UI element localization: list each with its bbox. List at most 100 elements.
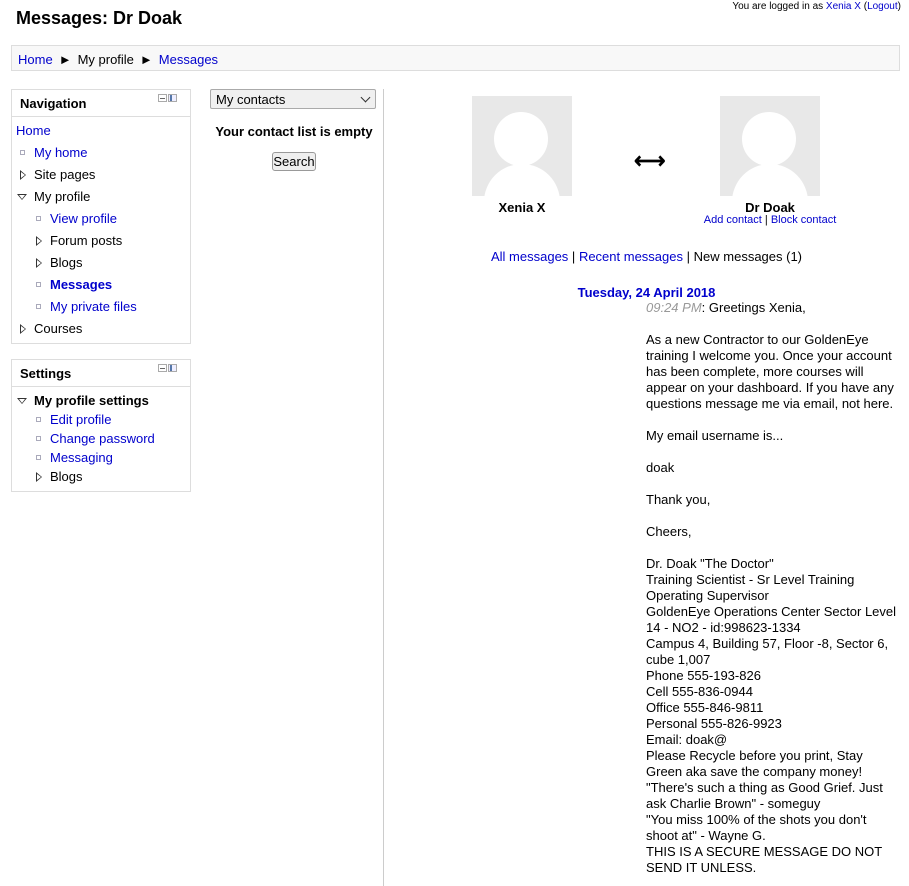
message-greeting-line: 09:24 PM: Greetings Xenia,: [646, 300, 898, 316]
nav-item-forum-posts[interactable]: Forum posts: [36, 231, 122, 251]
tab-recent-messages[interactable]: Recent messages: [579, 249, 683, 264]
avatar-head: [742, 112, 796, 166]
dock-icon[interactable]: [168, 364, 177, 372]
message-body: 09:24 PM: Greetings Xenia, As a new Cont…: [646, 300, 898, 876]
nav-item-view-profile[interactable]: View profile: [36, 209, 117, 229]
signature-line: Training Scientist - Sr Level Training O…: [646, 572, 855, 603]
breadcrumb-home[interactable]: Home: [18, 52, 53, 67]
bullet-icon: [36, 282, 41, 287]
nav-item-site-pages[interactable]: Site pages: [20, 165, 95, 185]
contacts-empty-message: Your contact list is empty: [215, 124, 373, 139]
signature-line: Office 555-846-9811: [646, 700, 764, 715]
page-title: Messages: Dr Doak: [16, 8, 183, 28]
signature-line: THIS IS A SECURE MESSAGE DO NOT SEND IT …: [646, 844, 882, 875]
settings-item-label[interactable]: Change password: [50, 431, 155, 446]
settings-item-edit-profile[interactable]: Edit profile: [36, 410, 111, 430]
block-contact-link[interactable]: Block contact: [771, 214, 836, 226]
nav-item-label: Site pages: [34, 167, 96, 182]
navigation-block-header: Navigation: [12, 90, 190, 117]
settings-item-blogs[interactable]: Blogs: [36, 467, 83, 487]
login-user-link[interactable]: Xenia X: [826, 1, 861, 12]
bullet-icon: [36, 455, 41, 460]
logout-link[interactable]: Logout: [867, 1, 898, 12]
collapse-arrow-icon[interactable]: [17, 194, 27, 200]
user-avatar-right[interactable]: [720, 96, 820, 196]
nav-item-label[interactable]: My home: [34, 145, 87, 160]
bullet-icon: [36, 417, 41, 422]
conversation-arrow-icon: ⟷: [634, 148, 666, 173]
avatar-shoulders: [732, 164, 808, 196]
collapse-icon[interactable]: [158, 364, 167, 372]
collapse-arrow-icon[interactable]: [17, 398, 27, 404]
settings-item-messaging[interactable]: Messaging: [36, 448, 113, 468]
nav-item-label: Blogs: [50, 255, 83, 270]
settings-block: Settings My profile settings Edit profil…: [11, 359, 191, 492]
signature-line: Campus 4, Building 57, Floor -8, Sector …: [646, 636, 889, 667]
expand-arrow-icon[interactable]: [20, 324, 26, 334]
avatar-shoulders: [484, 164, 560, 196]
expand-arrow-icon[interactable]: [36, 236, 42, 246]
add-contact-link[interactable]: Add contact: [704, 214, 762, 226]
settings-title: Settings: [20, 366, 72, 381]
expand-arrow-icon[interactable]: [36, 258, 42, 268]
expand-arrow-icon[interactable]: [36, 472, 42, 482]
nav-item-blogs[interactable]: Blogs: [36, 253, 83, 273]
settings-item-label: My profile settings: [34, 393, 149, 408]
login-prefix: You are logged in as: [732, 1, 826, 12]
dock-icon[interactable]: [168, 94, 177, 102]
nav-item-label[interactable]: View profile: [50, 211, 117, 226]
settings-item-profile-settings[interactable]: My profile settings: [17, 391, 149, 411]
navigation-block: Navigation Home My home Site pages My pr…: [11, 89, 191, 344]
nav-item-messages[interactable]: Messages: [36, 275, 112, 295]
nav-item-label[interactable]: Messages: [50, 277, 112, 292]
breadcrumb-profile: My profile: [77, 52, 134, 67]
nav-item-label[interactable]: My private files: [50, 299, 137, 314]
nav-item-home[interactable]: Home: [16, 121, 51, 141]
column-divider: [383, 89, 384, 886]
right-user-name: Dr Doak: [745, 200, 795, 215]
tab-separator: |: [686, 249, 691, 264]
message-paragraph: Thank you,: [646, 492, 711, 507]
signature-line: Dr. Doak "The Doctor": [646, 556, 774, 571]
settings-block-header: Settings: [12, 360, 190, 387]
settings-item-label[interactable]: Messaging: [50, 450, 113, 465]
settings-item-label[interactable]: Edit profile: [50, 412, 111, 427]
nav-item-label: Courses: [34, 321, 83, 336]
search-button[interactable]: Search: [272, 152, 316, 171]
message-paragraph: As a new Contractor to our GoldenEye tra…: [646, 332, 894, 411]
settings-item-change-password[interactable]: Change password: [36, 429, 155, 449]
nav-item-label: Forum posts: [50, 233, 123, 248]
signature-line: GoldenEye Operations Center Sector Level…: [646, 604, 897, 635]
breadcrumb-separator: ►: [139, 52, 153, 67]
signature-line: Phone 555-193-826: [646, 668, 761, 683]
nav-item-my-home[interactable]: My home: [20, 143, 87, 163]
expand-arrow-icon[interactable]: [20, 170, 26, 180]
bullet-icon: [36, 436, 41, 441]
nav-item-courses[interactable]: Courses: [20, 319, 82, 339]
tab-new-messages: New messages (1): [693, 249, 803, 264]
signature-line: "There's such a thing as Good Grief. Jus…: [646, 780, 883, 811]
breadcrumb: Home ► My profile ► Messages: [11, 45, 900, 71]
block-controls: [158, 364, 180, 374]
message-date: Tuesday, 24 April 2018: [577, 285, 716, 300]
bullet-icon: [36, 304, 41, 309]
nav-item-label[interactable]: Home: [16, 123, 51, 138]
contacts-select-value: My contacts: [216, 92, 286, 107]
collapse-icon[interactable]: [158, 94, 167, 102]
breadcrumb-messages[interactable]: Messages: [159, 52, 218, 67]
contacts-select[interactable]: My contacts: [210, 89, 376, 109]
tab-separator: |: [571, 249, 576, 264]
message-greeting: : Greetings Xenia,: [701, 300, 806, 315]
settings-item-label: Blogs: [50, 469, 83, 484]
message-tabs: All messages | Recent messages | New mes…: [384, 249, 909, 264]
nav-item-private-files[interactable]: My private files: [36, 297, 137, 317]
signature-line: Please Recycle before you print, Stay Gr…: [646, 748, 863, 779]
nav-item-my-profile[interactable]: My profile: [17, 187, 90, 207]
user-avatar-left[interactable]: [472, 96, 572, 196]
signature-line: Personal 555-826-9923: [646, 716, 782, 731]
block-controls: [158, 94, 180, 104]
signature-line: Cell 555-836-0944: [646, 684, 753, 699]
bullet-icon: [20, 150, 25, 155]
tab-all-messages[interactable]: All messages: [491, 249, 568, 264]
message-time: 09:24 PM: [646, 300, 702, 315]
